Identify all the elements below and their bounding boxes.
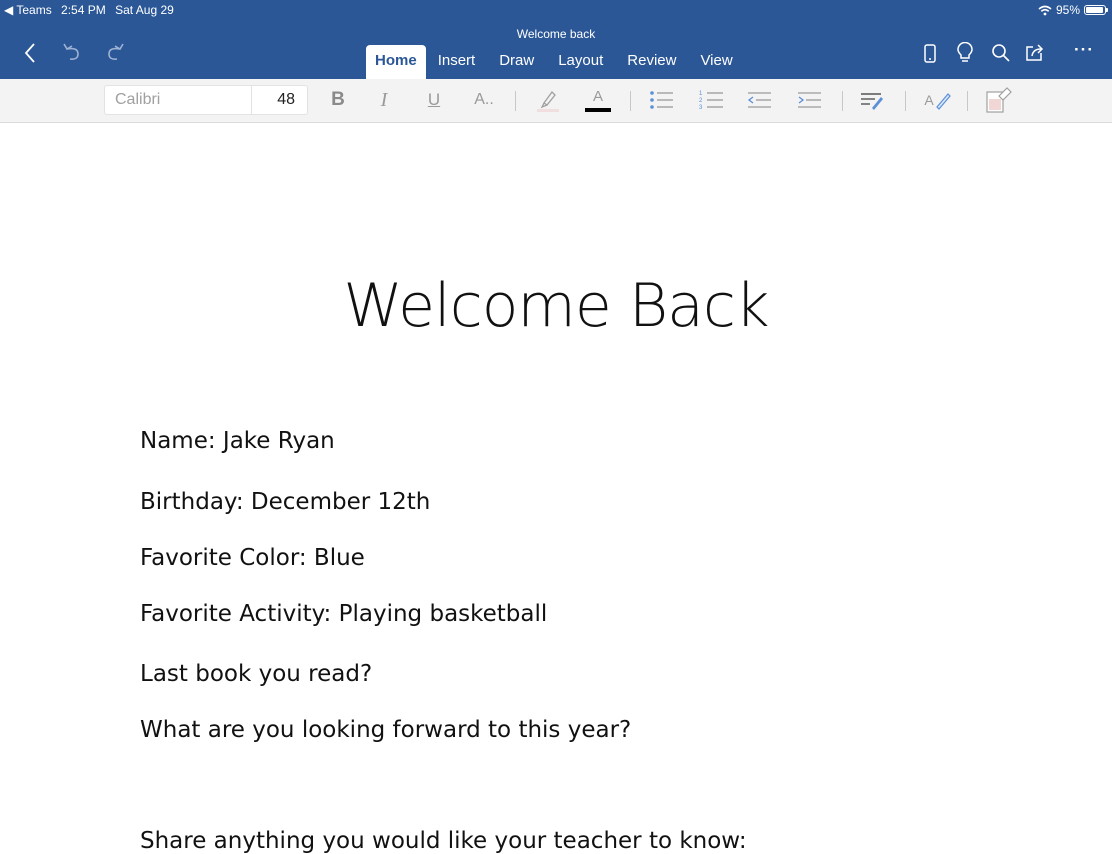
- underline-button[interactable]: U: [422, 86, 446, 114]
- tab-draw[interactable]: Draw: [487, 45, 546, 79]
- ribbon-divider: [842, 91, 843, 111]
- paragraph-format-icon[interactable]: [857, 86, 887, 114]
- lightbulb-icon[interactable]: [956, 42, 974, 66]
- tab-insert[interactable]: Insert: [426, 45, 488, 79]
- tab-review[interactable]: Review: [615, 45, 688, 79]
- doc-line-last-book: Last book you read?: [140, 661, 373, 687]
- font-color-swatch: [585, 108, 611, 112]
- ribbon-tabs: Home Insert Draw Layout Review View: [366, 45, 745, 79]
- font-color-button[interactable]: A: [583, 86, 613, 114]
- bullets-icon[interactable]: [646, 86, 676, 114]
- doc-line-looking-forward: What are you looking forward to this yea…: [140, 717, 632, 743]
- redo-icon[interactable]: [103, 42, 127, 64]
- more-icon[interactable]: ···: [1074, 40, 1094, 60]
- doc-line-favorite-color: Favorite Color: Blue: [140, 545, 365, 571]
- doc-line-name: Name: Jake Ryan: [140, 428, 335, 454]
- home-ribbon: Calibri 48 B I U A.. A 123 A: [0, 79, 1112, 123]
- italic-button[interactable]: I: [372, 86, 396, 114]
- ribbon-divider: [905, 91, 906, 111]
- styles-button[interactable]: A: [920, 86, 956, 114]
- document-title: Welcome back: [516, 27, 596, 41]
- status-date: Sat Aug 29: [115, 3, 174, 17]
- back-chevron-icon[interactable]: [22, 42, 38, 64]
- share-icon[interactable]: [1024, 42, 1046, 64]
- styles-glyph: A: [924, 92, 934, 108]
- document-page[interactable]: Welcome Back Name: Jake Ryan Birthday: D…: [0, 123, 1112, 854]
- status-time: 2:54 PM: [61, 3, 106, 17]
- tab-layout[interactable]: Layout: [546, 45, 615, 79]
- tab-view[interactable]: View: [688, 45, 744, 79]
- title-bar: ◀ Teams 2:54 PM Sat Aug 29 95% Welcome b…: [0, 0, 1112, 79]
- back-to-app-link[interactable]: ◀ Teams: [4, 3, 52, 17]
- font-color-glyph: A: [592, 88, 603, 105]
- search-icon[interactable]: [990, 42, 1012, 64]
- font-effects-button[interactable]: A..: [469, 86, 499, 114]
- status-bar: ◀ Teams 2:54 PM Sat Aug 29 95%: [0, 3, 1112, 19]
- font-size-field[interactable]: 48: [252, 85, 308, 115]
- numbering-icon[interactable]: 123: [696, 86, 726, 114]
- battery-icon: [1084, 5, 1108, 15]
- battery-percent: 95%: [1055, 3, 1080, 17]
- svg-text:1: 1: [699, 91, 703, 97]
- undo-icon[interactable]: [60, 42, 84, 64]
- tab-home[interactable]: Home: [366, 45, 426, 79]
- style-brush-icon: [935, 93, 951, 110]
- ribbon-divider: [515, 91, 516, 111]
- svg-text:2: 2: [699, 98, 703, 104]
- wifi-icon: [1038, 5, 1052, 15]
- decrease-indent-icon[interactable]: [744, 86, 774, 114]
- highlighter-icon[interactable]: [533, 86, 563, 114]
- clear-formatting-icon[interactable]: [983, 86, 1013, 114]
- doc-line-favorite-activity: Favorite Activity: Playing basketball: [140, 601, 548, 627]
- font-name-field[interactable]: Calibri: [104, 85, 252, 115]
- svg-text:3: 3: [699, 105, 703, 111]
- bold-button[interactable]: B: [326, 86, 350, 114]
- doc-line-share: Share anything you would like your teach…: [140, 828, 747, 854]
- ribbon-divider: [630, 91, 631, 111]
- ribbon-divider: [967, 91, 968, 111]
- document-heading: Welcome Back: [343, 271, 769, 341]
- increase-indent-icon[interactable]: [794, 86, 824, 114]
- phone-layout-icon[interactable]: [922, 42, 938, 66]
- doc-line-birthday: Birthday: December 12th: [140, 489, 431, 515]
